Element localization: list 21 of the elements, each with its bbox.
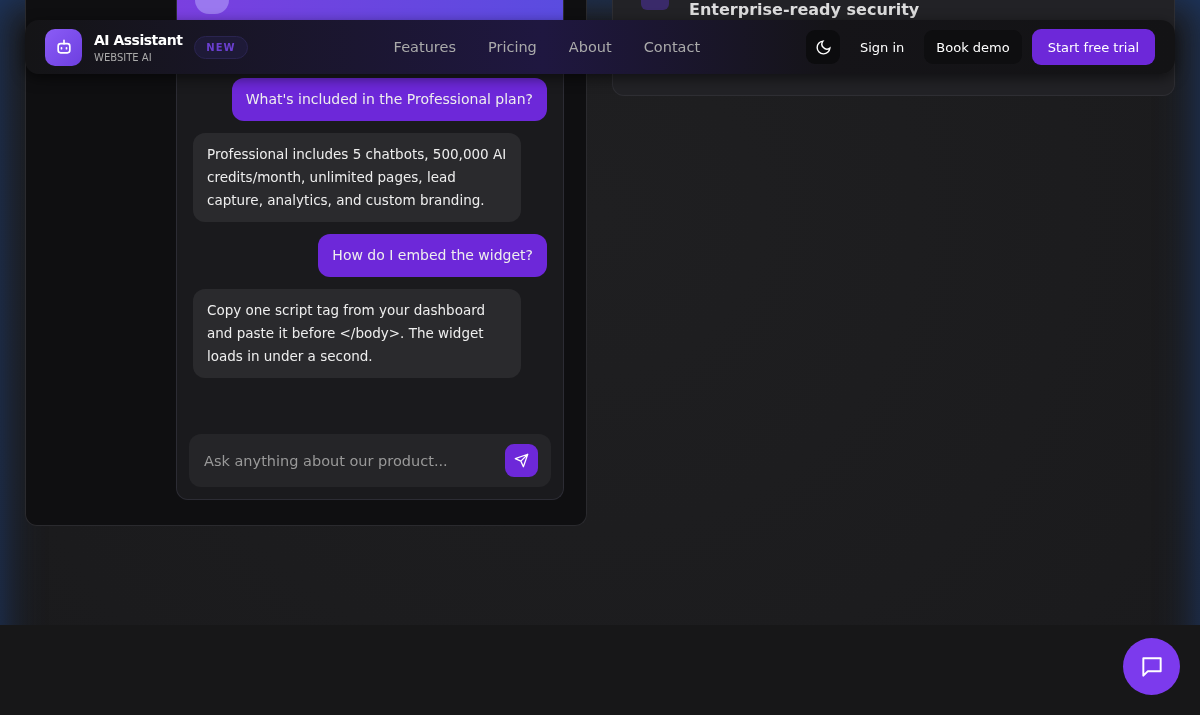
start-trial-button[interactable]: Start free trial	[1031, 29, 1155, 65]
moon-icon	[814, 38, 832, 56]
brand-name: AI Assistant	[94, 31, 183, 48]
brand-subtitle: WEBSITE AI	[94, 51, 153, 63]
nav-link[interactable]: Contact	[643, 39, 701, 55]
avatar-icon	[195, 0, 229, 14]
user-message: What's included in the Professional plan?	[231, 78, 547, 121]
user-message: How do I embed the widget?	[318, 234, 547, 277]
sign-in-link[interactable]: Sign in	[860, 39, 905, 55]
send-icon	[514, 453, 529, 468]
bot-message: Copy one script tag from your dashboard and paste it before </body>. The widget loads in under a second.	[193, 289, 521, 378]
bot-message: Professional includes 5 chatbots, 500,000 AI credits/month, unlimited pages, lead capture, analytics, and custom branding.	[193, 133, 521, 222]
book-demo-button[interactable]: Book demo	[924, 30, 1022, 64]
nav-link[interactable]: Pricing	[487, 39, 537, 55]
robot-logo-icon	[45, 28, 82, 66]
feature-title: Enterprise-ready security	[689, 1, 920, 19]
nav-link[interactable]: About	[568, 39, 612, 55]
send-button[interactable]	[505, 444, 538, 477]
new-badge: NEW	[194, 35, 248, 59]
theme-toggle-button[interactable]	[806, 30, 840, 64]
nav-link[interactable]: Features	[393, 39, 456, 55]
